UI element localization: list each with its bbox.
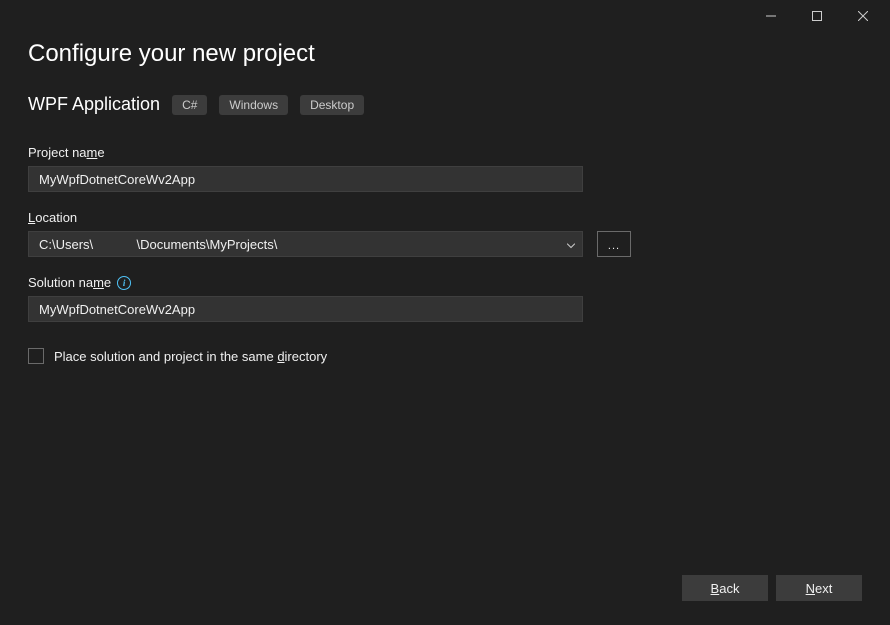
- same-directory-label: Place solution and project in the same d…: [54, 349, 327, 364]
- project-name-input[interactable]: [28, 166, 583, 192]
- template-header: WPF Application C# Windows Desktop: [28, 94, 862, 115]
- template-name: WPF Application: [28, 94, 160, 115]
- location-combo[interactable]: [28, 231, 583, 257]
- same-directory-row: Place solution and project in the same d…: [28, 348, 862, 364]
- tag-csharp: C#: [172, 95, 207, 115]
- close-button[interactable]: [840, 0, 886, 32]
- footer: Back Next: [0, 555, 890, 625]
- next-button[interactable]: Next: [776, 575, 862, 601]
- browse-button[interactable]: ...: [597, 231, 631, 257]
- page-title: Configure your new project: [28, 40, 862, 68]
- project-name-label: Project name: [28, 145, 862, 160]
- info-icon[interactable]: i: [117, 276, 131, 290]
- solution-name-group: Solution name i: [28, 275, 862, 322]
- close-icon: [858, 11, 868, 21]
- location-label: Location: [28, 210, 862, 225]
- back-button[interactable]: Back: [682, 575, 768, 601]
- content-area: Configure your new project WPF Applicati…: [0, 32, 890, 555]
- solution-name-label: Solution name i: [28, 275, 862, 290]
- maximize-button[interactable]: [794, 0, 840, 32]
- minimize-button[interactable]: [748, 0, 794, 32]
- tag-windows: Windows: [219, 95, 288, 115]
- minimize-icon: [766, 11, 776, 21]
- solution-name-input[interactable]: [28, 296, 583, 322]
- maximize-icon: [812, 11, 822, 21]
- project-name-group: Project name: [28, 145, 862, 192]
- location-input[interactable]: [28, 231, 583, 257]
- location-group: Location ...: [28, 210, 862, 257]
- same-directory-checkbox[interactable]: [28, 348, 44, 364]
- tag-desktop: Desktop: [300, 95, 364, 115]
- titlebar: [0, 0, 890, 32]
